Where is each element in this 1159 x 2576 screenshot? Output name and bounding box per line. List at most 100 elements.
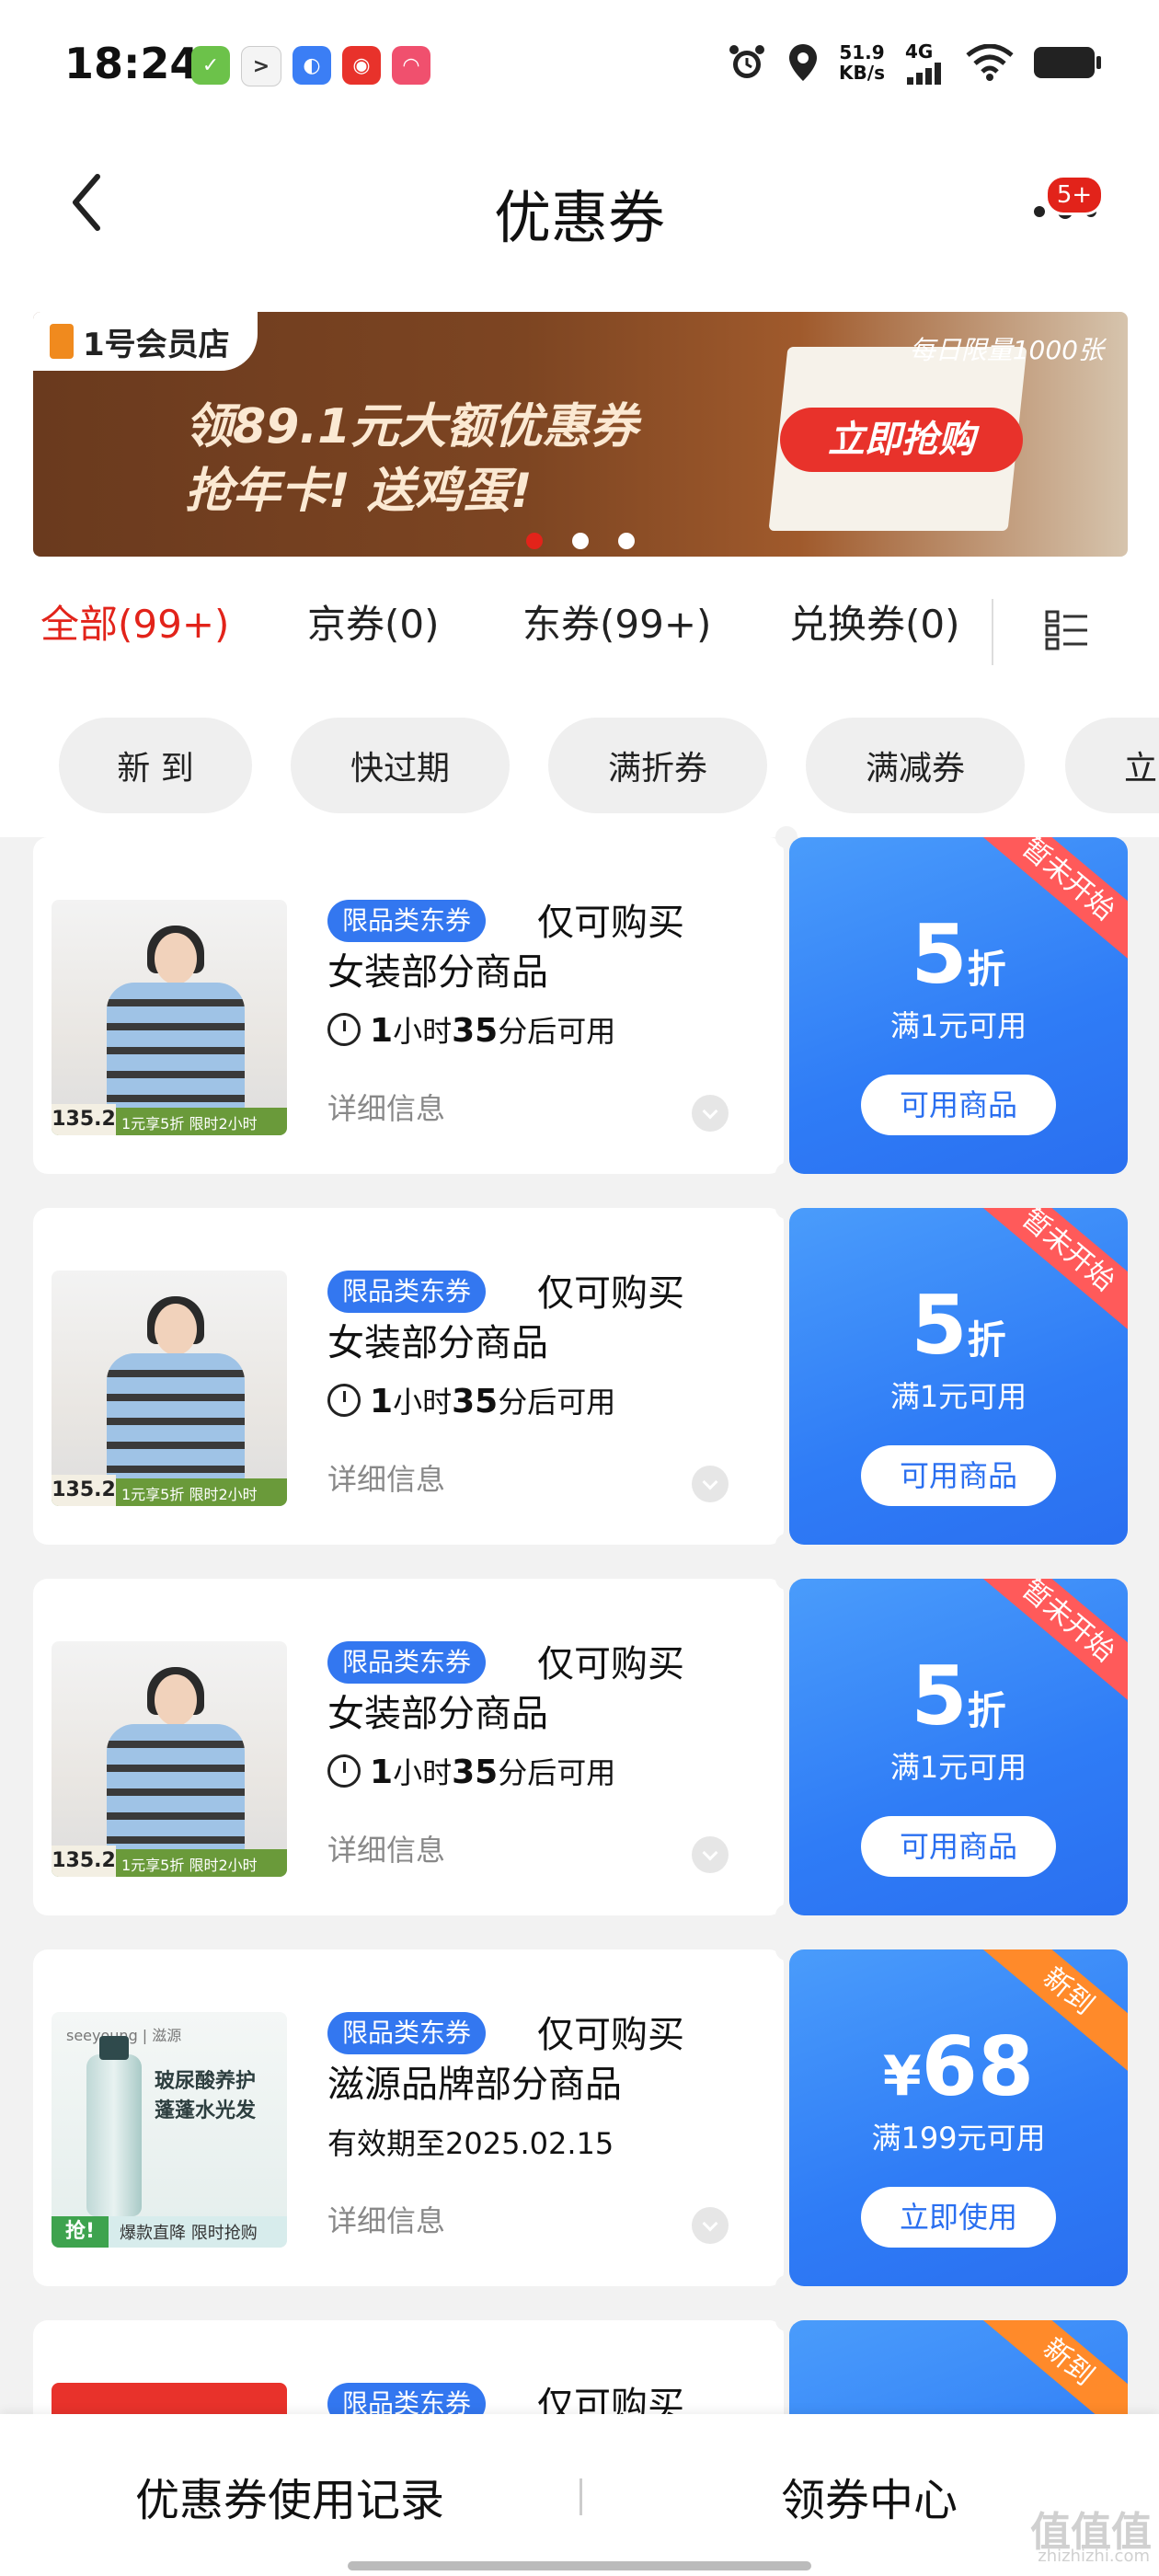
list-view-icon[interactable] xyxy=(1045,610,1089,650)
view-products-button[interactable]: 可用商品 xyxy=(861,1075,1056,1135)
coupon-value-panel: 暂未开始 5折 满1元可用 可用商品 xyxy=(789,1208,1128,1545)
coupon-scope: 女装部分商品 xyxy=(327,1322,548,1364)
thumb-promo: 1元享5折 限时2小时 xyxy=(121,1486,258,1503)
banner-cta-button[interactable]: 立即抢购 xyxy=(780,408,1023,472)
tab-all[interactable]: 全部(99+) xyxy=(40,593,229,650)
coupon-scope: 女装部分商品 xyxy=(327,1693,548,1735)
chevron-down-icon[interactable] xyxy=(692,2207,729,2244)
coupon-detail-link[interactable]: 详细信息 xyxy=(327,2198,445,2240)
use-now-button[interactable]: 立即使用 xyxy=(861,2187,1056,2248)
store-logo: 1号会员店 xyxy=(33,312,258,371)
network-speed: 51.9 KB/s xyxy=(839,42,885,83)
coupon-card[interactable]: 135.2 1元享5折 限时2小时 限品类东券 仅可购买 女装部分商品 1小时3… xyxy=(33,1197,1128,1556)
clock-icon xyxy=(327,1013,361,1046)
coupon-tag: 限品类东券 xyxy=(327,2012,487,2054)
network-speed-value: 51.9 xyxy=(839,41,885,63)
thumb-price: 135.2 xyxy=(52,1475,116,1506)
coupon-value-unit: 折 xyxy=(967,947,1006,992)
tab-dong-coupon[interactable]: 东券(99+) xyxy=(522,593,711,650)
chip-expiring[interactable]: 快过期 xyxy=(291,718,510,813)
chip-cash-off[interactable]: 满减券 xyxy=(806,718,1025,813)
coupon-card[interactable]: 限品类东券 仅可购买 新到 xyxy=(33,2320,1128,2421)
product-thumbnail[interactable]: 135.2 1元享5折 限时2小时 xyxy=(52,1641,287,1877)
banner-subheadline: 抢年卡! 送鸡蛋! xyxy=(185,464,533,519)
coupon-detail-link[interactable]: 详细信息 xyxy=(327,1086,445,1128)
banner-headline: 领89.1元大额优惠券 xyxy=(185,399,638,454)
promo-banner[interactable]: 1号会员店 领89.1元大额优惠券 抢年卡! 送鸡蛋! 每日限量1000张 立即… xyxy=(33,312,1128,557)
bottle-cap xyxy=(99,2036,129,2060)
time-hours-unit: 小时 xyxy=(393,1014,453,1049)
banner-section: 1号会员店 领89.1元大额优惠券 抢年卡! 送鸡蛋! 每日限量1000张 立即… xyxy=(0,308,1159,566)
coupon-card[interactable]: seeyoung | 滋源 玻尿酸养护 蓬蓬水光发 抢! 爆款直降 限时抢购 限… xyxy=(33,1938,1128,2297)
coupon-info: 135.2 1元享5折 限时2小时 限品类东券 仅可购买 女装部分商品 1小时3… xyxy=(33,837,784,1174)
tab-jing-coupon[interactable]: 京券(0) xyxy=(307,593,440,650)
coupon-history-button[interactable]: 优惠券使用记录 xyxy=(0,2464,580,2528)
coupon-value: 5折 xyxy=(789,907,1128,1002)
time-hours: 1 xyxy=(370,1012,394,1050)
view-products-button[interactable]: 可用商品 xyxy=(861,1445,1056,1506)
thumb-price: 135.2 xyxy=(52,1846,116,1877)
coupon-detail-link[interactable]: 详细信息 xyxy=(327,1827,445,1869)
thumb-grab-label: 抢! xyxy=(52,2216,109,2248)
tab-divider xyxy=(992,599,993,665)
store-logo-text: 1号会员店 xyxy=(83,326,230,363)
coupon-info: seeyoung | 滋源 玻尿酸养护 蓬蓬水光发 抢! 爆款直降 限时抢购 限… xyxy=(33,1949,784,2286)
coupon-card[interactable]: 135.2 1元享5折 限时2小时 限品类东券 仅可购买 女装部分商品 1小时3… xyxy=(33,826,1128,1185)
coupon-value-number: 5 xyxy=(911,1649,968,1743)
thumb-promo: 1元享5折 限时2小时 xyxy=(121,1857,258,1874)
chevron-down-icon[interactable] xyxy=(692,1836,729,1873)
coupon-tag: 限品类东券 xyxy=(327,1641,487,1684)
chevron-down-icon[interactable] xyxy=(692,1095,729,1132)
status-time: 18:24 xyxy=(64,39,200,88)
banner-dot[interactable] xyxy=(618,533,635,549)
chip-new[interactable]: 新 到 xyxy=(59,718,252,813)
thumb-slogan-line2: 蓬蓬水光发 xyxy=(155,2099,257,2122)
chip-discount[interactable]: 满折券 xyxy=(548,718,767,813)
coupon-tag: 限品类东券 xyxy=(327,900,487,942)
status-bar: 18:24 ✓ > ◐ ◉ ◠ 51.9 KB/s 4G xyxy=(0,0,1159,138)
coupon-title: 仅可购买 xyxy=(537,902,684,944)
more-menu-button[interactable]: 5+ xyxy=(1021,175,1104,248)
coupon-card[interactable]: 135.2 1元享5折 限时2小时 限品类东券 仅可购买 女装部分商品 1小时3… xyxy=(33,1568,1128,1926)
alarm-icon xyxy=(729,45,765,78)
time-minutes-unit: 分后可用 xyxy=(498,1385,616,1420)
product-thumbnail[interactable]: 135.2 1元享5折 限时2小时 xyxy=(52,900,287,1135)
coupon-time: 1小时35分后可用 xyxy=(327,1750,615,1792)
network-speed-unit: KB/s xyxy=(839,62,885,84)
coupon-time: 1小时35分后可用 xyxy=(327,1379,615,1421)
home-indicator[interactable] xyxy=(348,2561,811,2570)
thumb-slogan-line1: 玻尿酸养护 xyxy=(155,2070,257,2093)
coupon-info: 限品类东券 仅可购买 xyxy=(33,2320,784,2421)
thumb-slogan: 玻尿酸养护 蓬蓬水光发 xyxy=(155,2067,256,2126)
coupon-value-panel: 暂未开始 5折 满1元可用 可用商品 xyxy=(789,1579,1128,1915)
app-icon-blue: ◐ xyxy=(293,46,331,85)
coupon-value: 5折 xyxy=(789,1649,1128,1743)
battery-icon xyxy=(1034,47,1101,78)
tab-exchange-coupon[interactable]: 兑换券(0) xyxy=(789,593,960,650)
product-thumbnail[interactable]: seeyoung | 滋源 玻尿酸养护 蓬蓬水光发 抢! 爆款直降 限时抢购 xyxy=(52,2012,287,2248)
banner-dot[interactable] xyxy=(526,533,543,549)
coupon-status-ribbon: 新到 xyxy=(965,2320,1128,2421)
coupon-time: 1小时35分后可用 xyxy=(327,1008,615,1051)
bottom-bar: 优惠券使用记录 领券中心 xyxy=(0,2414,1159,2576)
clock-icon xyxy=(327,1384,361,1417)
coupon-title: 仅可购买 xyxy=(537,1272,684,1315)
chip-more[interactable]: 立 xyxy=(1065,718,1159,813)
time-minutes-unit: 分后可用 xyxy=(498,1755,616,1790)
signal-icon xyxy=(907,63,941,85)
coupon-condition: 满1元可用 xyxy=(889,1379,1027,1414)
status-right: 51.9 KB/s 4G xyxy=(727,40,1101,85)
view-products-button[interactable]: 可用商品 xyxy=(861,1816,1056,1877)
thumb-promo: 爆款直降 限时抢购 xyxy=(120,2224,258,2243)
app-icon-red: ◉ xyxy=(342,46,381,85)
app-icon-green: ✓ xyxy=(191,46,230,85)
coupon-detail-link[interactable]: 详细信息 xyxy=(327,1456,445,1499)
coupon-value: ¥68 xyxy=(789,2019,1128,2114)
coupon-tabs: 全部(99+) 京券(0) 东券(99+) 兑换券(0) xyxy=(0,566,1159,690)
product-thumbnail[interactable]: 135.2 1元享5折 限时2小时 xyxy=(52,1271,287,1506)
coupon-value: 5折 xyxy=(789,1278,1128,1373)
time-hours: 1 xyxy=(370,1383,394,1420)
banner-dot[interactable] xyxy=(572,533,589,549)
chevron-down-icon[interactable] xyxy=(692,1466,729,1502)
filter-chips: 新 到 快过期 满折券 满减券 立 xyxy=(0,690,1159,837)
